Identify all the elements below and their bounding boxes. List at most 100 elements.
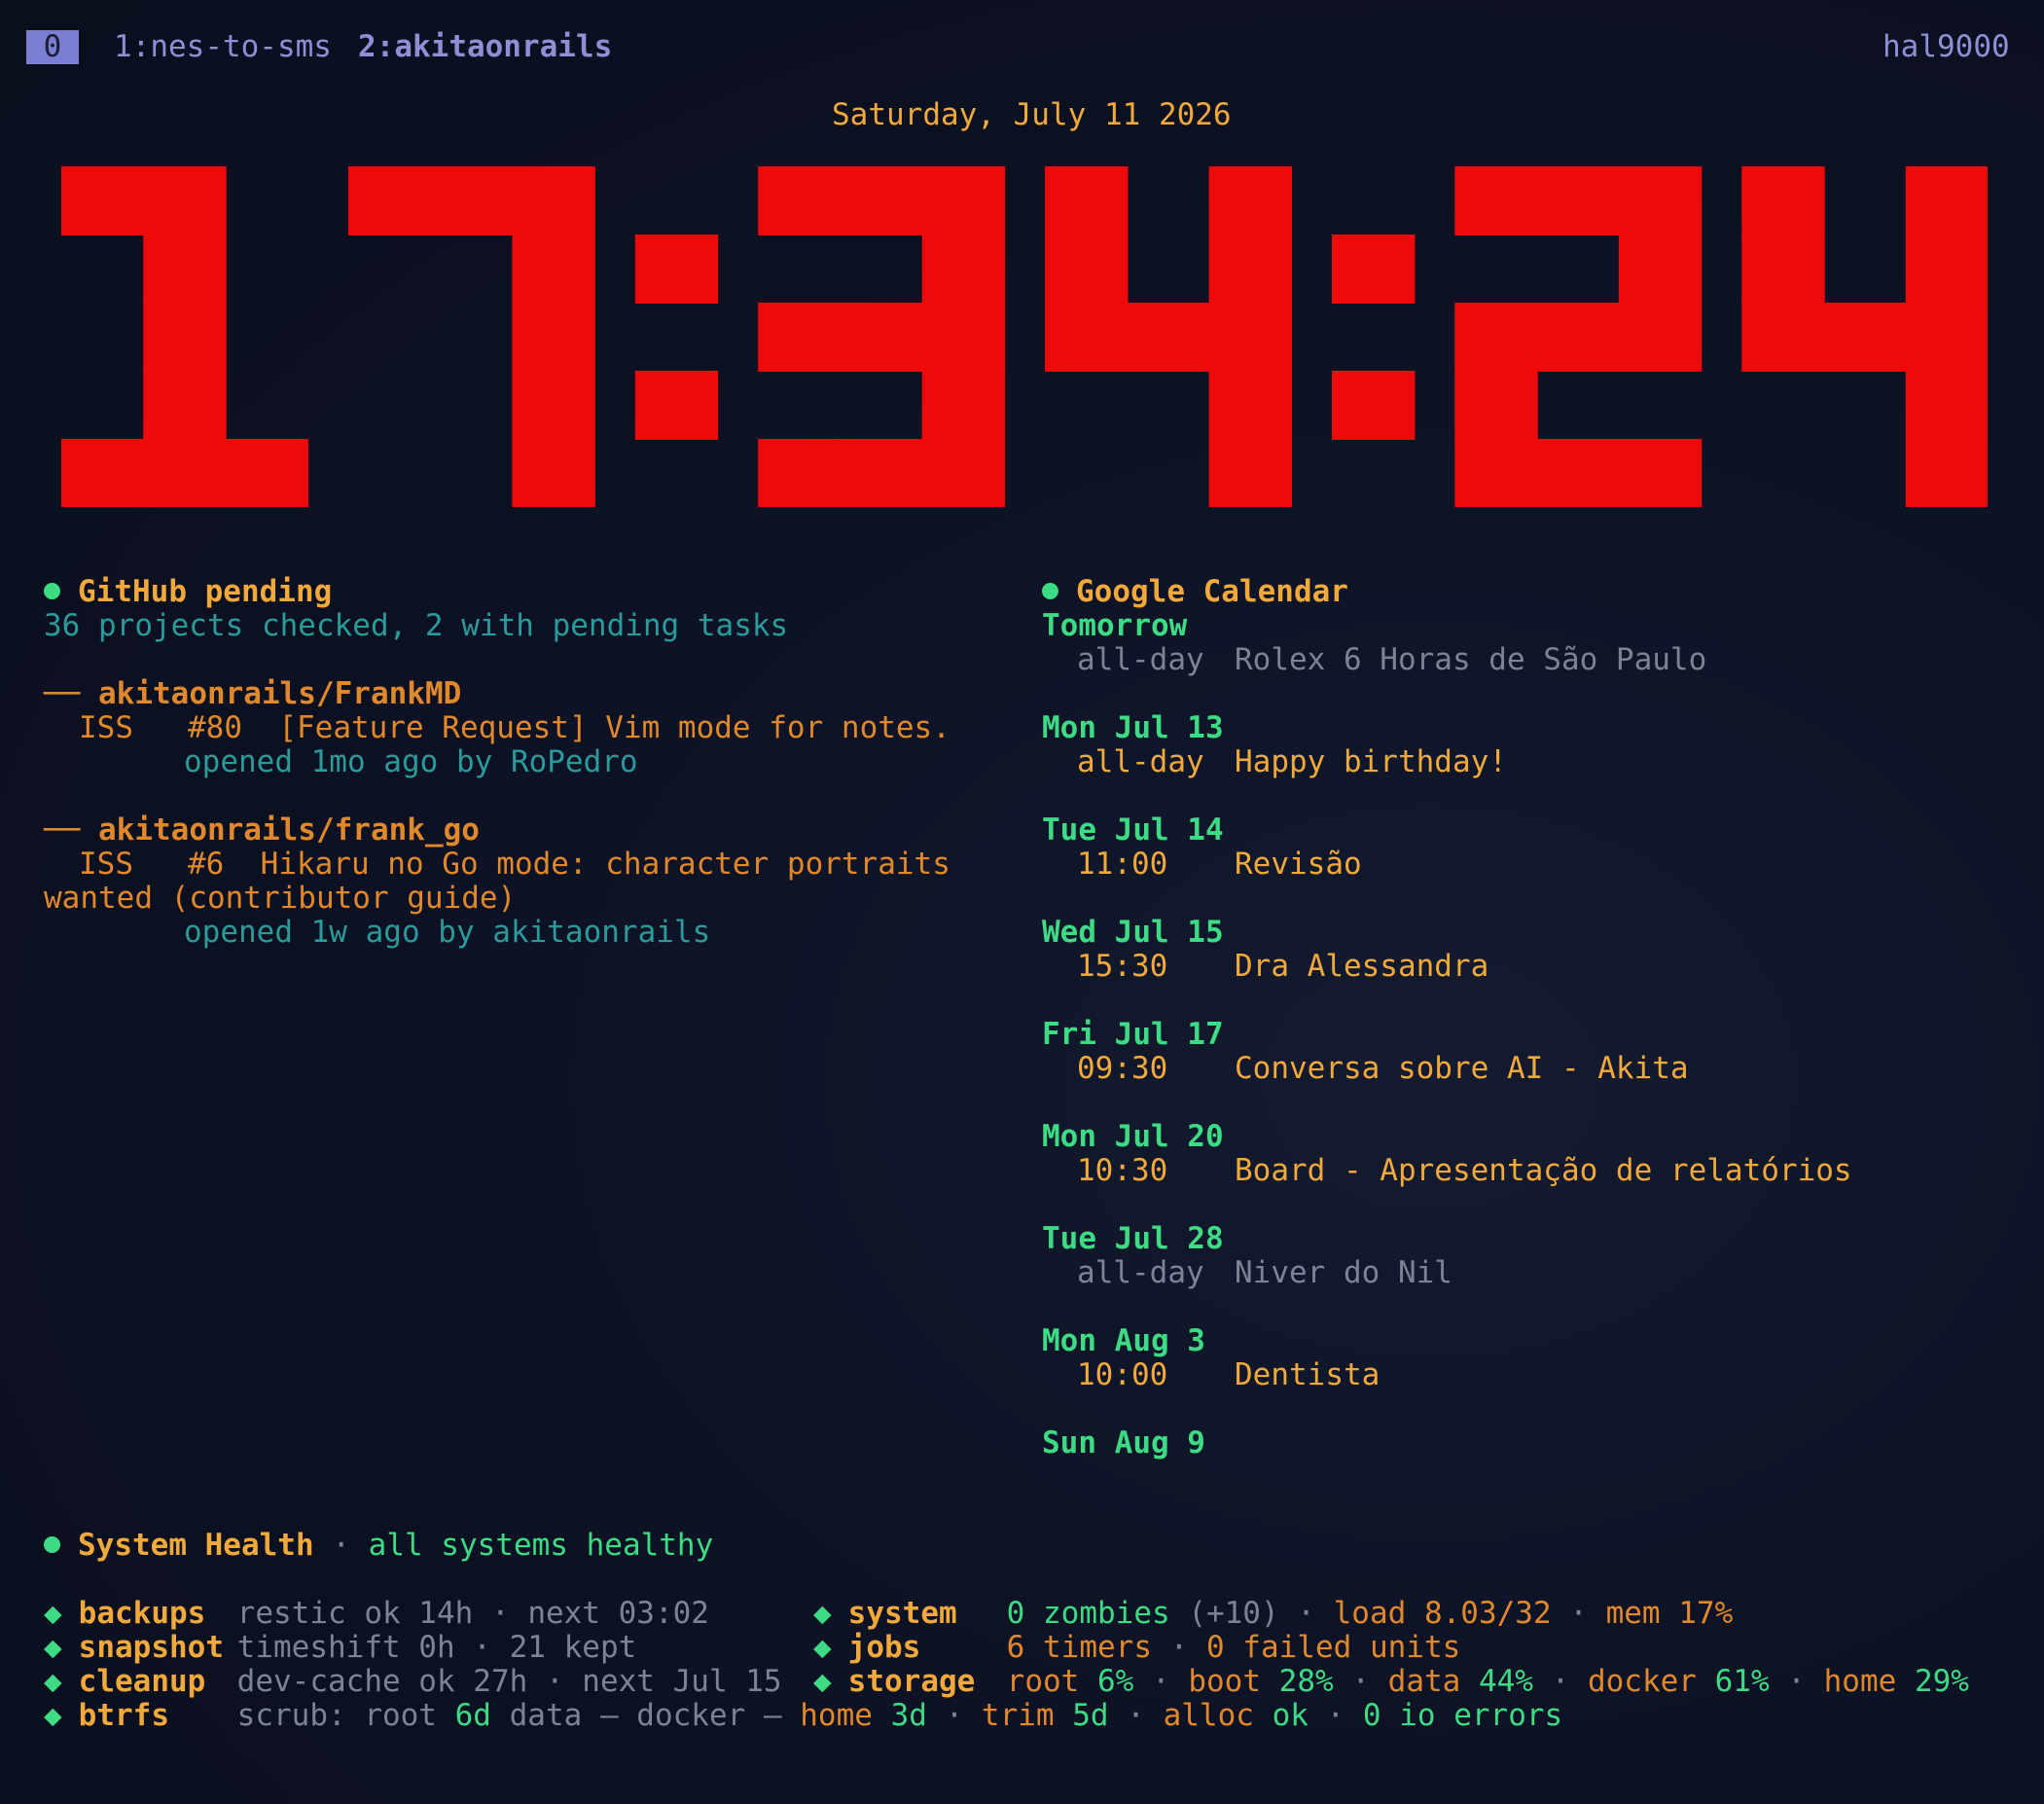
event-title[interactable]: Happy birthday!: [1235, 745, 1507, 779]
clock-block: [1208, 439, 1292, 507]
clock-block: [1618, 303, 1703, 372]
issue-title[interactable]: Hikaru no Go mode: character portraits: [261, 847, 950, 882]
diamond-bullet-icon: ◆: [44, 1596, 62, 1631]
clock-block: [225, 439, 308, 507]
health-value: 21 kept: [509, 1630, 637, 1665]
health-row-backups: ◆ backups restic ok 14h · next 03:02: [44, 1597, 709, 1631]
issue-row[interactable]: ISS #6 Hikaru no Go mode: character port…: [79, 848, 950, 882]
health-value: docker: [618, 1698, 764, 1733]
clock-block: [1454, 371, 1538, 440]
clock-block: [921, 235, 1006, 304]
clock-block: [1905, 235, 1988, 304]
status-dot-icon: [44, 1536, 60, 1553]
calendar-day: Tomorrow: [1042, 608, 1188, 643]
clock-block: [1045, 166, 1129, 235]
clock-block: [143, 439, 227, 507]
repo-heading[interactable]: ── akitaonrails/frank_go: [44, 813, 480, 848]
diamond-bullet-icon: ◆: [44, 1698, 62, 1733]
health-value: 6d: [454, 1698, 491, 1733]
issue-title[interactable]: [Feature Request] Vim mode for notes.: [278, 710, 950, 745]
event-title[interactable]: Revisão: [1235, 848, 1362, 882]
github-summary: 36 projects checked, 2 with pending task…: [44, 608, 789, 643]
clock-block: [1823, 303, 1907, 372]
calendar-day: Wed Jul 15: [1042, 915, 1224, 950]
tmux-hostname: hal9000: [1883, 29, 2010, 64]
health-row-storage: ◆ storage root 6% · boot 28% · data 44% · …: [813, 1665, 1969, 1699]
event-time: all-day: [1077, 642, 1204, 677]
health-value: 5d: [1072, 1698, 1109, 1733]
health-value: 61%: [1714, 1664, 1770, 1699]
health-value: ·: [1108, 1698, 1164, 1733]
clock-block: [1905, 371, 1988, 440]
event-title[interactable]: Dentista: [1235, 1358, 1380, 1392]
clock-block: [512, 303, 595, 372]
event-title[interactable]: Conversa sobre AI - Akita: [1235, 1052, 1689, 1086]
health-row-cleanup: ◆ cleanup dev-cache ok 27h · next Jul 15: [44, 1665, 782, 1699]
issue-number: #80: [188, 710, 242, 745]
calendar-header: Google Calendar: [1042, 575, 1348, 609]
tmux-window-0[interactable]: 0: [26, 30, 79, 64]
event-title[interactable]: Rolex 6 Horas de São Paulo: [1235, 643, 1706, 677]
health-value: ·: [473, 1596, 528, 1631]
calendar-day: Mon Jul 20: [1042, 1119, 1224, 1154]
clock-block: [840, 303, 923, 372]
calendar-day: Tue Jul 14: [1042, 812, 1224, 848]
event-time: 15:30: [1077, 949, 1168, 984]
health-value: 0 failed units: [1205, 1630, 1461, 1665]
clock-block: [1905, 166, 1988, 235]
health-separator: ·: [332, 1528, 350, 1563]
clock-block: [1741, 166, 1825, 235]
event-time: all-day: [1077, 1255, 1204, 1290]
health-label: jobs: [847, 1630, 921, 1665]
health-value: 44%: [1478, 1664, 1533, 1699]
health-label: backups: [78, 1596, 206, 1631]
health-value: ·: [1133, 1664, 1189, 1699]
clock-block: [758, 303, 842, 372]
clock-block: [1536, 303, 1621, 372]
clock-block: [143, 303, 227, 372]
clock-block: [921, 371, 1006, 440]
clock-block: [921, 166, 1006, 235]
health-value: 29%: [1914, 1664, 1969, 1699]
health-value: alloc: [1163, 1698, 1273, 1733]
health-value: next Jul 15: [582, 1664, 782, 1699]
clock-block: [758, 439, 842, 507]
issue-row[interactable]: ISS #80 [Feature Request] Vim mode for n…: [79, 711, 950, 745]
clock-block: [61, 439, 145, 507]
repo-heading[interactable]: ── akitaonrails/FrankMD: [44, 677, 461, 711]
health-value: docker: [1587, 1664, 1715, 1699]
clock-block: [1454, 439, 1538, 507]
calendar-day: Mon Aug 3: [1042, 1323, 1205, 1358]
clock-block: [1208, 371, 1292, 440]
repo-name[interactable]: akitaonrails/frank_go: [98, 812, 480, 848]
calendar-title: Google Calendar: [1076, 574, 1348, 609]
health-label: system: [847, 1596, 957, 1631]
clock-block: [1331, 235, 1416, 304]
clock-block: [347, 166, 432, 235]
health-label: snapshot: [78, 1630, 224, 1665]
clock-block: [1536, 439, 1621, 507]
health-value: home: [1823, 1664, 1915, 1699]
event-title[interactable]: Board - Apresentação de relatórios: [1235, 1154, 1852, 1188]
health-label: storage: [847, 1664, 976, 1699]
tmux-window-1[interactable]: 1:nes-to-sms: [114, 30, 332, 64]
health-label: cleanup: [78, 1664, 206, 1699]
clock-block: [758, 166, 842, 235]
clock-block: [1618, 439, 1703, 507]
tmux-window-2[interactable]: 2:akitaonrails: [358, 30, 612, 64]
health-value: scrub: root: [236, 1698, 455, 1733]
clock-block: [1331, 371, 1416, 440]
health-value: 3d: [890, 1698, 927, 1733]
clock-block: [512, 371, 595, 440]
event-title[interactable]: Dra Alessandra: [1235, 950, 1488, 984]
date-heading: Saturday, July 11 2026: [832, 97, 1232, 132]
issue-type: ISS: [79, 847, 133, 882]
health-value: trim: [981, 1698, 1073, 1733]
clock-block: [840, 166, 923, 235]
clock-block: [1208, 235, 1292, 304]
repo-name[interactable]: akitaonrails/FrankMD: [98, 676, 461, 711]
health-value: ·: [454, 1630, 510, 1665]
digital-clock: [61, 166, 1988, 507]
clock-block: [61, 166, 145, 235]
event-title[interactable]: Niver do Nil: [1235, 1256, 1452, 1290]
